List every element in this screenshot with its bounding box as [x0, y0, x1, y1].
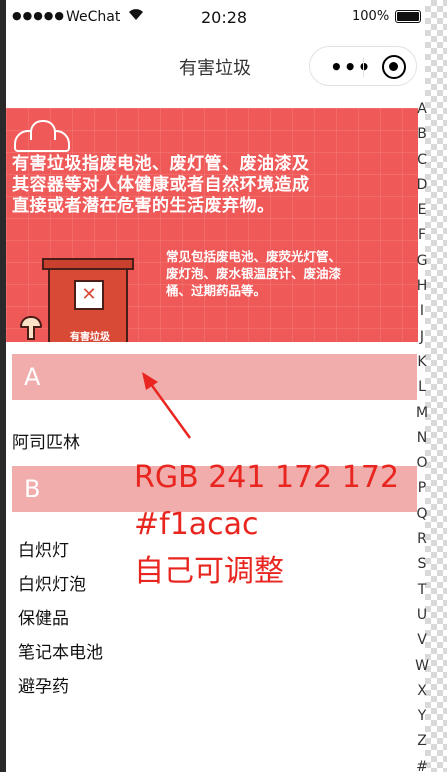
index-letter[interactable]: R [414, 527, 430, 552]
close-miniprogram-icon[interactable] [382, 55, 406, 79]
index-letter[interactable]: # [414, 755, 430, 772]
index-letter[interactable]: H [414, 274, 430, 299]
index-letter[interactable]: J [414, 325, 430, 350]
signal-icon: ●●●●● [12, 9, 65, 22]
wifi-icon [128, 8, 144, 25]
annotation-hex: #f1acac [134, 507, 259, 542]
nav-bar: 有害垃圾 ••• [6, 36, 424, 102]
index-letter[interactable]: B [414, 122, 430, 147]
index-letter[interactable]: N [414, 426, 430, 451]
mushroom-stem [27, 326, 35, 340]
trash-bin-illustration: ✕ 有害垃圾 [42, 258, 134, 342]
hazardous-logo-icon: ✕ [74, 280, 104, 310]
index-letter[interactable]: C [414, 148, 430, 173]
index-letter[interactable]: Z [414, 729, 430, 754]
banner-examples: 常见包括废电池、废荧光灯管、 废灯泡、废水银温度计、废油漆 桶、过期药品等。 [166, 248, 416, 299]
section-header-a: A [12, 354, 417, 400]
list-item[interactable]: 避孕药 [18, 672, 69, 697]
index-letter[interactable]: U [414, 603, 430, 628]
status-bar: ●●●●● WeChat 20:28 100% [6, 0, 424, 36]
index-letter[interactable]: Y [414, 704, 430, 729]
index-letter[interactable]: S [414, 552, 430, 577]
index-letter[interactable]: P [414, 476, 430, 501]
clock: 20:28 [201, 8, 248, 27]
battery-icon [395, 10, 421, 23]
index-letter[interactable]: E [414, 198, 430, 223]
index-letter[interactable]: X [414, 679, 430, 704]
banner-line: 直接或者潜在危害的生活废弃物。 [12, 196, 275, 216]
battery-percent: 100% [352, 9, 390, 24]
list-item[interactable]: 阿司匹林 [12, 428, 80, 453]
hazardous-waste-banner: 有害垃圾指废电池、废灯管、废油漆及 其容器等对人体健康或者自然环境造成 直接或者… [6, 108, 418, 342]
index-letter[interactable]: A [414, 97, 430, 122]
alphabet-index-bar: A B C D E F G H I J K L M N O P Q R S T U V W X Y Z # [414, 97, 430, 772]
index-letter[interactable]: W [414, 654, 430, 679]
bin-lid [42, 258, 134, 270]
index-letter[interactable]: D [414, 173, 430, 198]
menu-capsule: ••• [309, 46, 417, 86]
index-letter[interactable]: O [414, 451, 430, 476]
banner-sub-line: 桶、过期药品等。 [166, 283, 267, 298]
list-item[interactable]: 笔记本电池 [18, 638, 103, 663]
index-letter[interactable]: L [414, 375, 430, 400]
list-item[interactable]: 保健品 [18, 604, 69, 629]
index-letter[interactable]: G [414, 249, 430, 274]
list-item[interactable]: 白炽灯 [18, 536, 69, 561]
banner-line: 其容器等对人体健康或者自然环境造成 [12, 175, 310, 195]
banner-description: 有害垃圾指废电池、废灯管、废油漆及 其容器等对人体健康或者自然环境造成 直接或者… [12, 154, 416, 217]
annotation-note: 自己可调整 [134, 554, 284, 589]
bin-body: ✕ 有害垃圾 [48, 270, 128, 342]
index-letter[interactable]: I [414, 299, 430, 324]
index-letter[interactable]: V [414, 628, 430, 653]
more-icon[interactable]: ••• [330, 55, 371, 79]
carrier-name: WeChat [66, 9, 121, 25]
banner-sub-line: 常见包括废电池、废荧光灯管、 [166, 249, 342, 264]
index-letter[interactable]: M [414, 401, 430, 426]
annotation-arrow-icon [142, 372, 192, 439]
annotation-rgb: RGB 241 172 172 [134, 460, 400, 495]
cloud-icon [14, 120, 70, 152]
bin-label: 有害垃圾 [70, 332, 110, 342]
list-item[interactable]: 白炽灯泡 [18, 570, 86, 595]
index-letter[interactable]: F [414, 223, 430, 248]
index-letter[interactable]: K [414, 350, 430, 375]
banner-line: 有害垃圾指废电池、废灯管、废油漆及 [12, 154, 310, 174]
capsule-divider [363, 57, 364, 77]
banner-sub-line: 废灯泡、废水银温度计、废油漆 [166, 266, 342, 281]
index-letter[interactable]: Q [414, 502, 430, 527]
index-letter[interactable]: T [414, 578, 430, 603]
